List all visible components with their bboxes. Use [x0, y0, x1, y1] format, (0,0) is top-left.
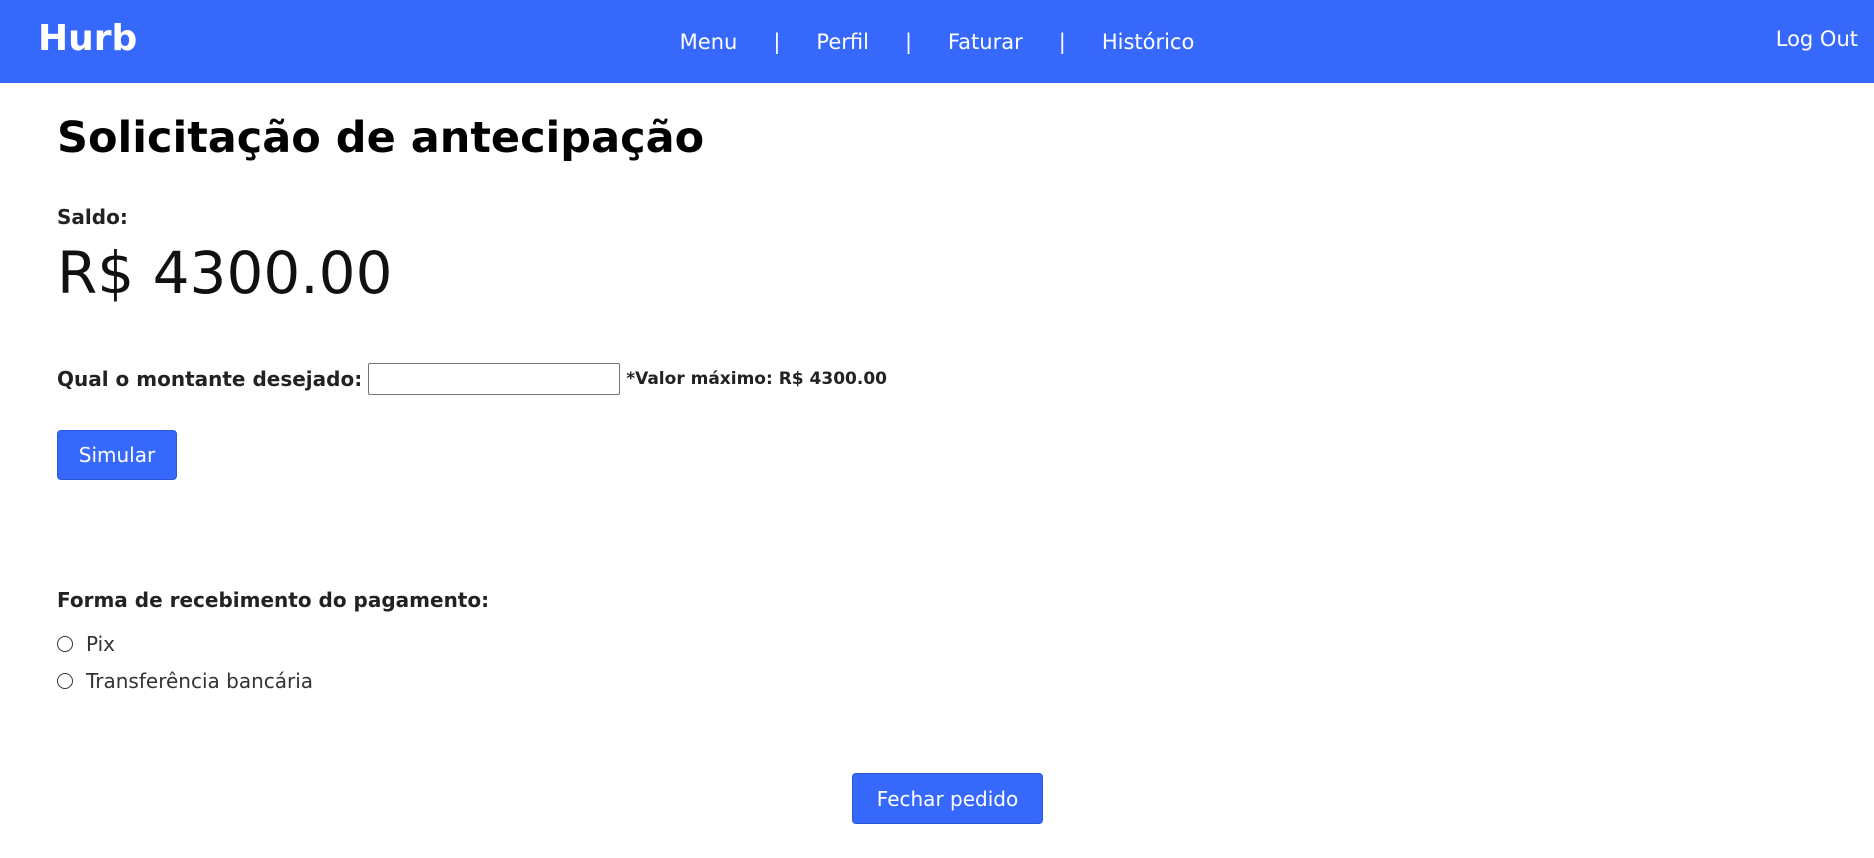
top-navbar: Hurb Menu | Perfil | Faturar | Histórico… — [0, 0, 1874, 83]
payment-option-label: Transferência bancária — [86, 669, 314, 693]
balance-label: Saldo: — [57, 205, 128, 229]
nav-link-perfil[interactable]: Perfil — [814, 30, 871, 54]
page-title: Solicitação de antecipação — [57, 113, 705, 163]
nav-link-faturar[interactable]: Faturar — [946, 30, 1025, 54]
nav-links: Menu | Perfil | Faturar | Histórico — [0, 0, 1874, 83]
nav-separator: | — [904, 29, 913, 54]
nav-separator: | — [1058, 29, 1066, 54]
payment-option-pix[interactable]: Pix — [57, 632, 115, 656]
amount-label: Qual o montante desejado: — [57, 367, 363, 391]
payment-method-label: Forma de recebimento do pagamento: — [57, 588, 490, 612]
amount-row: Qual o montante desejado: *Valor máximo:… — [57, 363, 887, 395]
amount-input[interactable] — [368, 363, 621, 395]
logout-link[interactable]: Log Out — [1776, 27, 1858, 51]
payment-option-label: Pix — [86, 632, 116, 656]
payment-option-bank-transfer[interactable]: Transferência bancária — [57, 669, 313, 693]
max-value-note: *Valor máximo: R$ 4300.00 — [626, 369, 887, 389]
nav-link-historico[interactable]: Histórico — [1100, 30, 1197, 54]
nav-link-menu[interactable]: Menu — [678, 30, 740, 54]
balance-value: R$ 4300.00 — [57, 239, 393, 307]
radio-button-pix[interactable] — [57, 636, 73, 652]
radio-button-bank-transfer[interactable] — [57, 673, 73, 689]
close-order-button[interactable]: Fechar pedido — [852, 773, 1043, 824]
nav-separator: | — [773, 29, 781, 54]
simulate-button[interactable]: Simular — [57, 430, 177, 480]
